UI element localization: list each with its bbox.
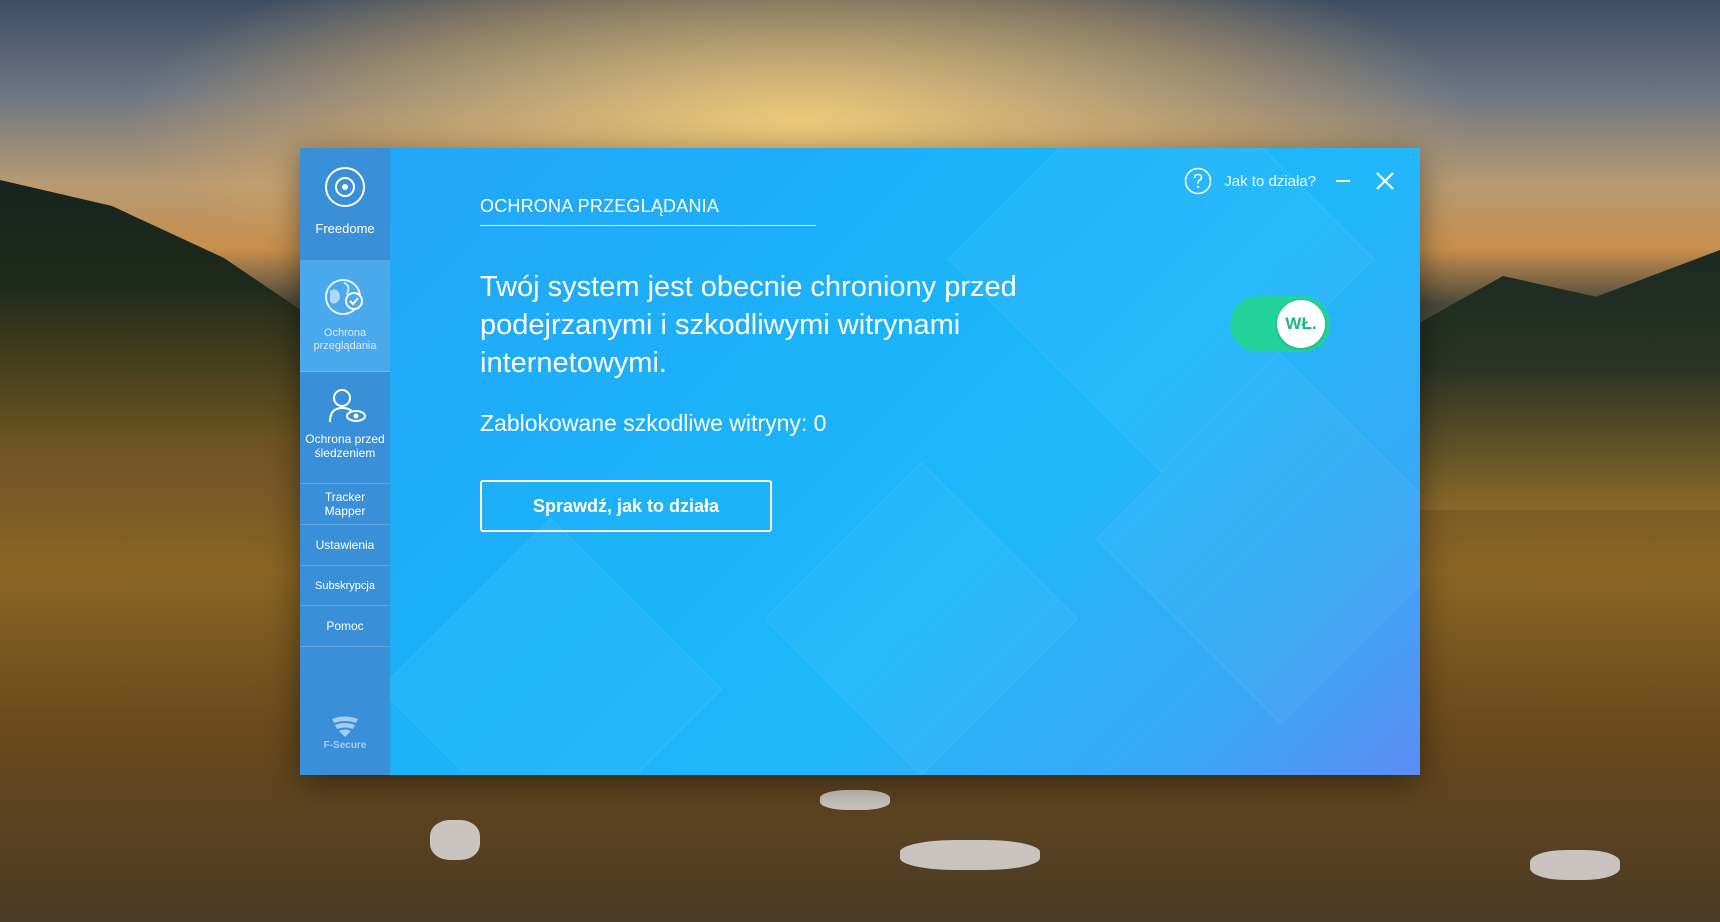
f-secure-logo: F-Secure bbox=[300, 716, 390, 751]
snow-patch bbox=[820, 790, 890, 810]
sidebar-item-label: Ochrona przeglądania bbox=[313, 327, 377, 352]
sidebar-item-label: Pomoc bbox=[326, 619, 364, 633]
background-shape bbox=[764, 462, 1078, 775]
close-icon bbox=[1376, 172, 1394, 190]
toggle-knob: WŁ. bbox=[1277, 300, 1325, 348]
snow-patch bbox=[1530, 850, 1620, 880]
f-secure-icon bbox=[332, 716, 358, 737]
help-icon[interactable] bbox=[1184, 167, 1212, 195]
sidebar-item-tracking-protection[interactable]: Ochrona przed śledzeniem bbox=[300, 372, 390, 484]
sidebar-item-label: Ochrona przed śledzeniem bbox=[305, 432, 385, 460]
logo-label: F-Secure bbox=[323, 740, 367, 751]
globe-shield-icon bbox=[325, 279, 363, 315]
sidebar-item-label: Ustawienia bbox=[315, 538, 375, 552]
check-how-it-works-button[interactable]: Sprawdź, jak to działa bbox=[480, 480, 772, 532]
sidebar-item-tracker-mapper[interactable]: Tracker Mapper bbox=[300, 484, 390, 525]
protection-toggle[interactable]: WŁ. bbox=[1230, 296, 1330, 352]
sidebar-item-label: Tracker Mapper bbox=[324, 490, 366, 518]
sidebar-item-freedome[interactable]: Freedome bbox=[300, 148, 390, 261]
app-window: Freedome Ochrona przeglądania Ochrona pr… bbox=[300, 148, 1420, 775]
section-title: OCHRONA PRZEGLĄDANIA bbox=[480, 196, 720, 216]
toggle-label: WŁ. bbox=[1285, 314, 1317, 333]
background-shape bbox=[390, 517, 723, 775]
sidebar-item-label: Freedome bbox=[315, 221, 375, 236]
protection-status-text: Twój system jest obecnie chroniony przed… bbox=[480, 271, 1017, 379]
sidebar-item-subscription[interactable]: Subskrypcja bbox=[300, 566, 390, 606]
sidebar-item-settings[interactable]: Ustawienia bbox=[300, 525, 390, 566]
sidebar: Freedome Ochrona przeglądania Ochrona pr… bbox=[300, 148, 390, 775]
minimize-button[interactable] bbox=[1328, 166, 1358, 196]
sidebar-item-browsing-protection[interactable]: Ochrona przeglądania bbox=[300, 261, 390, 372]
blocked-sites-count: Zablokowane szkodliwe witryny: 0 bbox=[480, 410, 827, 436]
snow-patch bbox=[900, 840, 1040, 870]
help-link[interactable]: Jak to działa? bbox=[1224, 173, 1316, 190]
snow-patch bbox=[430, 820, 480, 860]
user-eye-icon bbox=[329, 389, 366, 423]
sidebar-item-help[interactable]: Pomoc bbox=[300, 606, 390, 647]
freedome-icon bbox=[325, 167, 365, 207]
close-button[interactable] bbox=[1370, 166, 1400, 196]
sidebar-item-label: Subskrypcja bbox=[315, 580, 375, 592]
minimize-icon bbox=[1336, 180, 1350, 182]
main-panel: Jak to działa? OCHRONA PRZEGLĄDANIA Twój… bbox=[390, 148, 1420, 775]
section-underline bbox=[480, 225, 816, 226]
window-controls: Jak to działa? bbox=[1184, 164, 1400, 198]
